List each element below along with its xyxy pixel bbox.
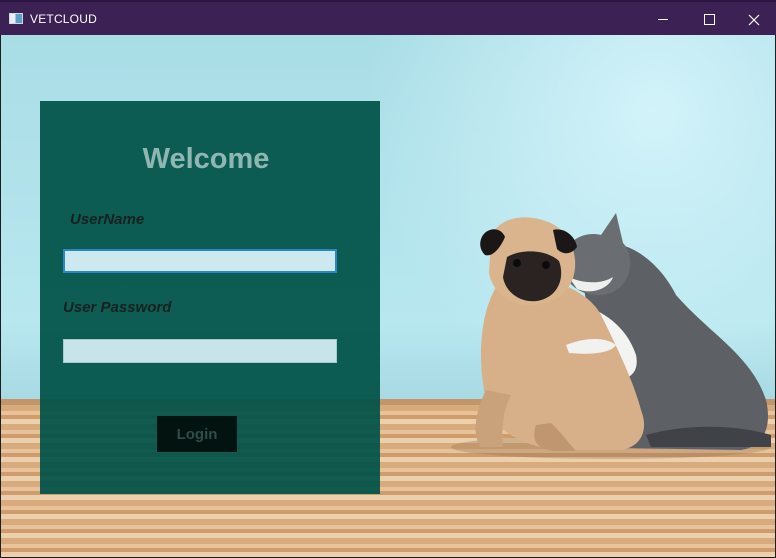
username-label: UserName [70, 211, 145, 228]
app-window: VETCLOUD Welcome UserName User Password … [0, 0, 776, 558]
close-icon [748, 14, 760, 25]
welcome-heading: Welcome [142, 143, 270, 175]
login-button[interactable]: Login [157, 416, 237, 452]
title-bar[interactable]: VETCLOUD [0, 0, 776, 35]
close-button[interactable] [731, 2, 776, 37]
username-input[interactable] [63, 249, 337, 273]
minimize-button[interactable] [640, 2, 686, 37]
password-input[interactable] [63, 339, 337, 363]
maximize-button[interactable] [686, 2, 732, 37]
maximize-icon [703, 14, 715, 25]
password-label: User Password [63, 299, 172, 316]
login-panel: Welcome UserName User Password Login [40, 101, 380, 494]
app-icon [9, 13, 23, 24]
background-scene: Welcome UserName User Password Login [1, 35, 775, 557]
minimize-icon [658, 19, 668, 20]
window-title: VETCLOUD [30, 11, 97, 26]
dog-and-cat-image [451, 213, 771, 459]
